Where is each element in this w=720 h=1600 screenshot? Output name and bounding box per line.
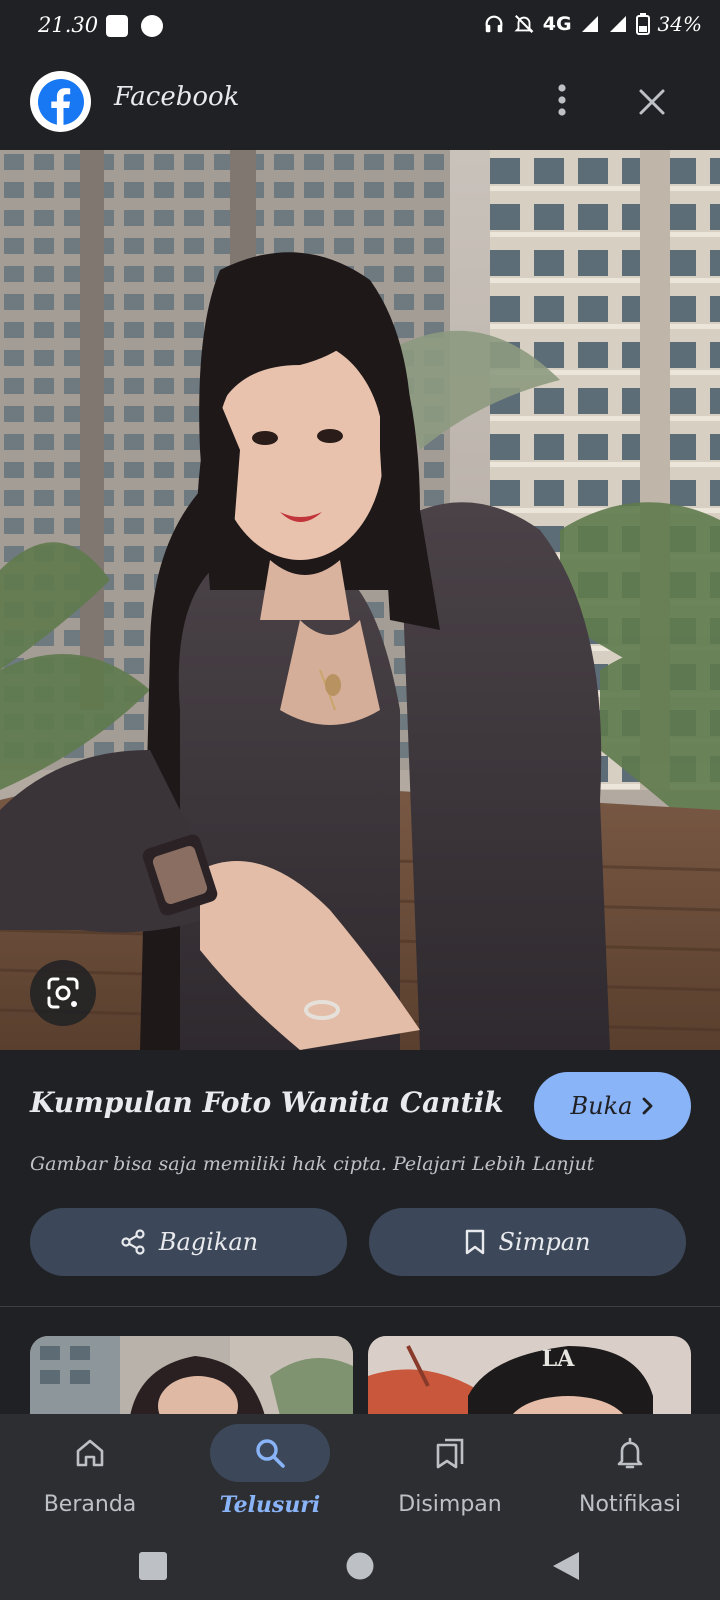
- nav-pill: [390, 1424, 510, 1482]
- bottom-navigation: Beranda Telusuri Disimpan Notifikasi: [0, 1414, 720, 1532]
- save-label: Simpan: [498, 1228, 591, 1256]
- battery-icon: [635, 13, 650, 35]
- recents-button[interactable]: [133, 1546, 173, 1586]
- battery-level: 34%: [657, 12, 702, 36]
- more-vert-icon: [558, 84, 566, 116]
- home-circle-icon: [346, 1552, 374, 1580]
- status-time: 21.30: [38, 13, 99, 37]
- search-icon: [256, 1439, 285, 1468]
- recents-icon: [139, 1552, 167, 1580]
- collections-icon: [436, 1438, 464, 1469]
- related-image-thumbnail[interactable]: [30, 1336, 353, 1416]
- result-title: Kumpulan Foto Wanita Cantik: [30, 1086, 504, 1119]
- nav-pill: [570, 1424, 690, 1482]
- open-button[interactable]: Buka: [534, 1072, 691, 1140]
- nav-label: Beranda: [43, 1492, 137, 1517]
- preview-image[interactable]: [0, 150, 720, 1050]
- status-icons: 4G 34%: [483, 12, 702, 36]
- lens-icon: [47, 977, 79, 1009]
- nav-pill: [30, 1424, 150, 1482]
- save-button[interactable]: Simpan: [369, 1208, 686, 1276]
- nav-label: Disimpan: [398, 1492, 502, 1517]
- system-navigation-bar: [0, 1532, 720, 1600]
- bell-icon: [617, 1437, 643, 1469]
- notification-square-icon: [106, 15, 128, 37]
- close-button[interactable]: [630, 80, 674, 124]
- home-icon: [76, 1439, 104, 1467]
- signal-icon-1: [581, 16, 598, 32]
- source-title: Facebook: [114, 82, 240, 112]
- network-type: 4G: [542, 13, 572, 35]
- open-button-label: Buka: [570, 1092, 633, 1120]
- copyright-notice[interactable]: Gambar bisa saja memiliki hak cipta. Pel…: [30, 1153, 594, 1175]
- nav-item-telusuri[interactable]: Telusuri: [180, 1414, 360, 1532]
- share-icon: [121, 1229, 145, 1255]
- related-photo: LA: [368, 1336, 691, 1416]
- close-icon: [639, 89, 665, 115]
- section-divider: [0, 1306, 720, 1307]
- share-label: Bagikan: [158, 1228, 259, 1256]
- chevron-right-icon: [643, 1097, 653, 1115]
- back-button[interactable]: [546, 1546, 586, 1586]
- nav-item-disimpan[interactable]: Disimpan: [360, 1414, 540, 1532]
- google-lens-button[interactable]: [30, 960, 96, 1026]
- home-button[interactable]: [340, 1546, 380, 1586]
- mute-bell-icon: [514, 15, 534, 33]
- related-photo: [30, 1336, 353, 1416]
- headphones-icon: [485, 15, 503, 33]
- notification-circle-icon: [141, 15, 163, 37]
- nav-item-notifikasi[interactable]: Notifikasi: [540, 1414, 720, 1532]
- top-app-bar: Facebook: [0, 54, 720, 150]
- back-triangle-icon: [553, 1552, 579, 1580]
- nav-pill: [210, 1424, 330, 1482]
- share-button[interactable]: Bagikan: [30, 1208, 347, 1276]
- more-options-button[interactable]: [546, 80, 578, 120]
- status-bar: 21.30 4G 34%: [0, 0, 720, 54]
- bookmark-icon: [466, 1229, 485, 1255]
- svg-text:LA: LA: [542, 1346, 575, 1372]
- nav-item-beranda[interactable]: Beranda: [0, 1414, 180, 1532]
- nav-label: Telusuri: [219, 1492, 321, 1518]
- related-image-thumbnail[interactable]: LA: [368, 1336, 691, 1416]
- result-info-panel: Kumpulan Foto Wanita Cantik Buka Gambar …: [0, 1050, 720, 1307]
- signal-icon-2: [609, 16, 626, 32]
- preview-photo: [0, 150, 720, 1050]
- facebook-logo-icon: [30, 71, 91, 132]
- nav-label: Notifikasi: [579, 1492, 681, 1517]
